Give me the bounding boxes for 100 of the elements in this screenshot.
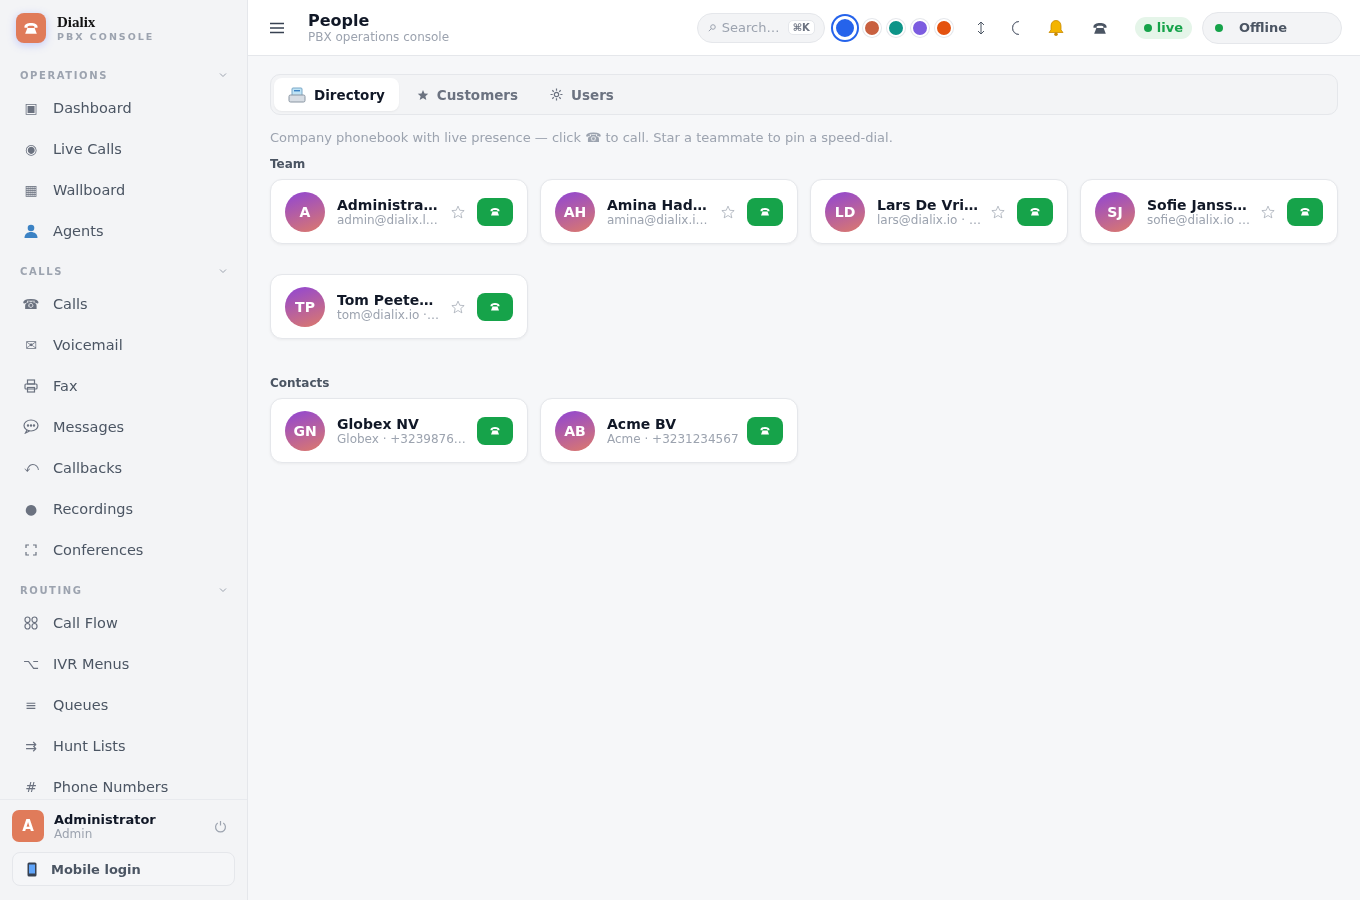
- description-text: Company phonebook with live presence — click ☎ to call. Star a teammate to pin a speed-dial.: [270, 130, 894, 145]
- speech-bubble-icon: [23, 419, 39, 434]
- contact-name: Lars De Vri…: [877, 196, 979, 213]
- nav-icon: #: [22, 778, 40, 795]
- frame-corners-icon: [25, 543, 37, 556]
- theme-swatch[interactable]: [832, 15, 857, 40]
- avatar: GN: [285, 410, 325, 451]
- avatar: LD: [825, 191, 865, 232]
- contact-detail: lars@dialix.io · …: [877, 212, 982, 227]
- contact-detail: amina@dialix.i…: [607, 212, 709, 227]
- nav-item[interactable]: Queues: [53, 696, 109, 713]
- user-avatar: A: [12, 810, 44, 842]
- nav-item[interactable]: Recordings: [53, 500, 134, 517]
- theme-swatch[interactable]: [886, 18, 905, 37]
- avatar: A: [285, 191, 325, 232]
- call-button[interactable]: [477, 197, 513, 226]
- tab[interactable]: Customers: [402, 78, 533, 111]
- section-heading: ROUTING: [20, 584, 83, 596]
- nav-item[interactable]: Agents: [53, 222, 104, 239]
- nav-item[interactable]: Live Calls: [53, 140, 122, 157]
- phone-icon: [22, 20, 40, 36]
- phone-icon: [489, 425, 501, 436]
- search-field[interactable]: Search…: [721, 20, 782, 35]
- contact-detail: Acme · +3231234567: [607, 431, 740, 446]
- nav-item[interactable]: Conferences: [53, 541, 144, 558]
- phone-icon: [1299, 206, 1311, 217]
- section-heading: OPERATIONS: [20, 69, 108, 81]
- phone-icon: [489, 206, 501, 217]
- section-heading: CALLS: [20, 265, 64, 277]
- nav-item[interactable]: Callbacks: [53, 459, 123, 476]
- theme-swatch[interactable]: [910, 18, 929, 37]
- star-icon[interactable]: [1261, 204, 1275, 219]
- contact-detail: admin@dialix.l…: [337, 212, 439, 227]
- nav-item[interactable]: Phone Numbers: [53, 778, 169, 795]
- section-heading: Contacts: [270, 376, 331, 390]
- nav-item[interactable]: IVR Menus: [53, 655, 130, 672]
- tab[interactable]: Users: [536, 78, 628, 111]
- page-title: People: [308, 11, 371, 30]
- nav-icon: ●: [22, 500, 40, 517]
- phone-icon: [489, 301, 501, 312]
- star-icon: [416, 88, 429, 101]
- power-icon[interactable]: [214, 819, 227, 833]
- avatar: AH: [555, 191, 595, 232]
- brand-subtitle: PBX CONSOLE: [57, 31, 155, 42]
- shortcut-hint: ⌘K: [787, 20, 815, 35]
- phone-icon: [759, 206, 771, 217]
- star-icon[interactable]: [451, 299, 465, 314]
- section-heading: Team: [270, 157, 307, 171]
- contact-name: Amina Had…: [607, 196, 708, 213]
- mobile-login-button[interactable]: Mobile login: [12, 852, 235, 886]
- nav-item[interactable]: Dashboard: [53, 99, 132, 116]
- bell-icon[interactable]: [1046, 18, 1065, 37]
- page-subtitle: PBX operations console: [308, 30, 450, 44]
- theme-swatch[interactable]: [934, 18, 953, 37]
- nav-item[interactable]: Fax: [53, 377, 78, 394]
- star-icon[interactable]: [721, 204, 735, 219]
- resize-vertical-icon[interactable]: [976, 20, 985, 35]
- user-name: Administrator: [54, 811, 156, 827]
- call-button[interactable]: [477, 292, 513, 321]
- contact-name: Sofie Janss…: [1147, 196, 1248, 213]
- presence-selector[interactable]: Offline: [1202, 11, 1342, 44]
- person-icon: [23, 222, 39, 239]
- nav-icon: ⌥: [22, 655, 40, 672]
- nav-icon: ⇉: [22, 737, 40, 754]
- address-card-icon: [288, 86, 306, 103]
- nav-icon: ▦: [22, 181, 40, 198]
- contact-name: Globex NV: [337, 415, 420, 432]
- theme-swatch[interactable]: [862, 18, 881, 37]
- contact-name: Administra…: [337, 196, 439, 213]
- star-icon[interactable]: [991, 204, 1005, 219]
- phone-icon: [759, 425, 771, 436]
- moon-icon[interactable]: [1010, 20, 1021, 35]
- nav-icon: ◉: [22, 140, 40, 157]
- call-button[interactable]: [1287, 197, 1323, 226]
- nav-item[interactable]: Messages: [53, 418, 125, 435]
- nav-item[interactable]: Voicemail: [53, 336, 123, 353]
- menu-icon[interactable]: [270, 21, 284, 34]
- search-icon: [707, 23, 716, 32]
- nav-icon: ☎: [22, 295, 40, 312]
- mobile-phone-icon: [27, 861, 37, 877]
- tab[interactable]: Directory: [274, 78, 399, 111]
- contact-detail: sofie@dialix.io …: [1147, 212, 1251, 227]
- call-button[interactable]: [747, 197, 783, 226]
- call-button[interactable]: [477, 416, 513, 445]
- nav-icon: ⤺: [22, 459, 40, 476]
- call-button[interactable]: [747, 416, 783, 445]
- avatar: TP: [285, 286, 325, 327]
- nav-icon: ▣: [22, 99, 40, 116]
- nav-item[interactable]: Call Flow: [53, 614, 118, 631]
- user-role: Admin: [54, 826, 94, 841]
- call-button[interactable]: [1017, 197, 1053, 226]
- nav-item[interactable]: Calls: [53, 295, 88, 312]
- nav-item[interactable]: Wallboard: [53, 181, 126, 198]
- nav-item[interactable]: Hunt Lists: [53, 737, 126, 754]
- nav-icon: ≡: [22, 696, 40, 713]
- brand-name: Dialix: [57, 14, 97, 31]
- star-icon[interactable]: [451, 204, 465, 219]
- live-label: live: [1156, 20, 1183, 35]
- avatar: SJ: [1095, 191, 1135, 232]
- status-dot: [1215, 23, 1223, 32]
